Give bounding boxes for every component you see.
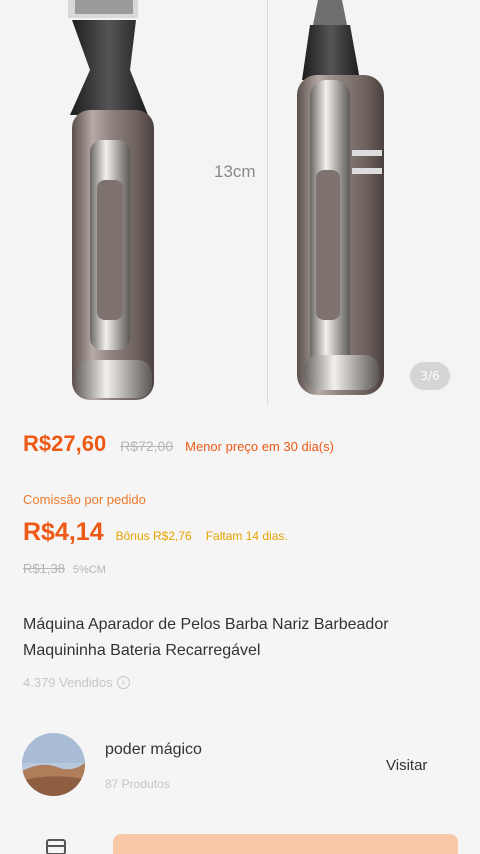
dimension-label: 13cm <box>214 162 256 181</box>
current-price: R$27,60 <box>23 431 107 456</box>
commission-label: Comissão por pedido <box>23 492 146 507</box>
commission-row: R$4,14 Bônus R$2,76 Faltam 14 dias. <box>23 518 288 547</box>
best-price-note: Menor preço em 30 dia(s) <box>185 439 334 454</box>
info-icon[interactable]: i <box>116 676 130 689</box>
shop-avatar[interactable] <box>22 733 85 796</box>
primary-action-button[interactable] <box>113 834 458 854</box>
commission-sub-row: R$1,38 5%CM <box>23 561 106 576</box>
original-price: R$72,00 <box>120 438 174 454</box>
shop-name: poder mágico <box>105 741 202 758</box>
sold-count: 4.379 Vendidos <box>23 675 113 690</box>
commission-value: R$4,14 <box>23 518 104 546</box>
avatar-image <box>22 733 85 796</box>
product-image-gallery[interactable]: 13cm 3/6 <box>0 0 480 405</box>
product-title: Máquina Aparador de Pelos Barba Nariz Ba… <box>23 616 389 659</box>
shop-product-count: 87 Produtos <box>105 777 170 791</box>
remaining-days: Faltam 14 dias. <box>205 529 288 543</box>
price-row: R$27,60 R$72,00 Menor preço em 30 dia(s) <box>23 431 334 457</box>
commission-original-value: R$1,38 <box>23 561 65 576</box>
product-image <box>68 0 384 400</box>
store-icon[interactable] <box>44 838 68 854</box>
dimension-line <box>267 0 268 405</box>
visit-shop-button[interactable]: Visitar <box>386 757 427 774</box>
bonus-text: Bônus R$2,76 <box>115 529 192 543</box>
sold-count-row: 4.379 Vendidos i <box>23 675 130 690</box>
image-counter: 3/6 <box>410 362 450 390</box>
commission-rate: 5%CM <box>72 564 106 576</box>
